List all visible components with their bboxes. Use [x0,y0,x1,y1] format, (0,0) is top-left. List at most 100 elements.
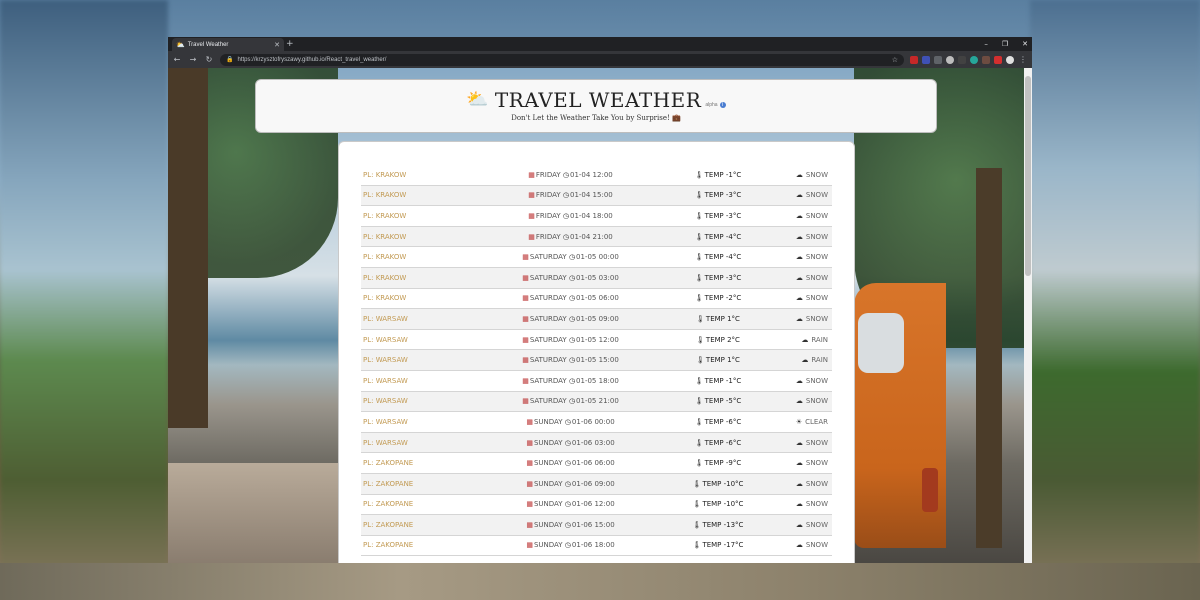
table-row: PL: KRAKOW ▦FRIDAY ◷01-04 21:00 🌡TEMP -4°C… [361,226,832,248]
datetime-cell: ▦SUNDAY ◷01-06 09:00 [488,480,653,488]
time-text: 01-05 21:00 [576,397,619,406]
city-cell: PL: WARSAW [363,314,408,323]
calendar-icon: ▦ [528,232,535,241]
subtitle-text: Don't Let the Weather Take You by Surpri… [511,114,670,122]
day-text: SUNDAY [533,479,563,488]
menu-kebab-icon[interactable]: ⋮ [1018,55,1028,64]
datetime-cell: ▦SUNDAY ◷01-06 15:00 [488,521,653,529]
day-text: FRIDAY [535,170,561,179]
temperature-cell: 🌡TEMP -13°C [653,521,783,529]
scrollbar[interactable] [1024,68,1032,563]
thermometer-icon: 🌡 [692,500,702,509]
clock-icon: ◷ [564,500,571,509]
datetime-cell: ▦SATURDAY ◷01-05 18:00 [488,377,653,385]
weather-cell: ☁ SNOW [783,521,832,529]
temperature-cell: 🌡TEMP -4°C [653,233,783,241]
profile-avatar[interactable] [1006,55,1014,64]
table-row: PL: WARSAW ▦SATURDAY ◷01-05 15:00 🌡TEMP 1°… [361,350,832,371]
weather-text: RAIN [811,335,828,344]
weather-text: SNOW [805,438,828,447]
back-arrow-icon[interactable]: ← [172,55,182,64]
day-text: SATURDAY [529,253,567,262]
time-text: 01-06 12:00 [571,500,615,509]
background-van [854,283,946,548]
window-close-icon[interactable]: ✕ [1022,38,1028,50]
clock-icon: ◷ [564,438,571,447]
day-text: SATURDAY [529,273,567,282]
van-window [858,313,904,373]
time-text: 01-04 15:00 [569,191,613,200]
weather-text: SNOW [805,459,828,468]
day-text: SUNDAY [533,438,563,447]
city-cell: PL: KRAKOW [363,191,407,200]
temperature-cell: 🌡TEMP -9°C [653,459,783,467]
calendar-icon: ▦ [522,314,529,323]
temp-text: TEMP -10°C [702,479,744,488]
thermometer-icon: 🌡 [694,294,704,303]
cloud-icon: ☁ [795,211,803,220]
clock-icon: ◷ [568,335,576,344]
cloud-icon: ☁ [795,376,803,385]
forward-arrow-icon[interactable]: → [188,55,198,64]
table-row: PL: WARSAW ▦SATURDAY ◷01-05 21:00 🌡TEMP -5… [361,391,832,413]
weather-cell: ☁ SNOW [783,294,832,302]
datetime-cell: ▦SUNDAY ◷01-06 03:00 [488,439,653,447]
calendar-icon: ▦ [522,335,529,344]
day-text: SUNDAY [533,459,563,468]
datetime-cell: ▦FRIDAY ◷01-04 12:00 [488,171,653,179]
new-tab-button[interactable]: + [286,38,294,50]
weather-text: SNOW [805,170,828,179]
close-icon[interactable]: ✕ [274,41,280,49]
weather-cell: ☁ SNOW [783,541,832,549]
clock-icon: ◷ [564,417,571,426]
table-row: PL: KRAKOW ▦FRIDAY ◷01-04 15:00 🌡TEMP -3°C… [361,185,832,207]
extension-icon[interactable] [958,55,966,64]
weather-text: CLEAR [805,417,828,426]
page-title: TRAVEL WEATHER [494,88,702,112]
extension-icon[interactable] [946,55,954,64]
bookmark-star-icon[interactable]: ☆ [892,56,898,64]
time-text: 01-06 09:00 [571,479,615,488]
clock-icon: ◷ [568,356,576,365]
calendar-icon: ▦ [528,170,535,179]
weather-text: SNOW [805,314,828,323]
extension-icon[interactable] [982,55,990,64]
extension-icon[interactable] [934,55,942,64]
address-bar[interactable]: 🔒 https://krzysztofryszawy.github.io/Rea… [220,53,904,66]
extension-icon[interactable] [970,55,978,64]
time-text: 01-06 00:00 [571,417,615,426]
clock-icon: ◷ [568,294,576,303]
city-cell: PL: WARSAW [363,397,408,406]
extension-icon[interactable] [910,55,918,64]
browser-tab[interactable]: ⛅ Travel Weather ✕ [172,38,284,51]
cloud-icon: ☁ [795,459,803,468]
extension-icon[interactable] [994,55,1002,64]
weather-cell: ☁ SNOW [783,439,832,447]
table-row: PL: KRAKOW ▦FRIDAY ◷01-04 12:00 🌡TEMP -1°C… [361,165,832,186]
restore-icon[interactable]: ❐ [1002,38,1008,50]
calendar-icon: ▦ [528,191,535,200]
city-cell: PL: ZAKOPANE [363,479,414,488]
weather-cell: ☁ SNOW [783,377,832,385]
scrollbar-thumb[interactable] [1025,76,1031,276]
table-row: PL: ZAKOPANE ▦SUNDAY ◷01-06 15:00 🌡TEMP -1… [361,515,832,536]
datetime-cell: ▦FRIDAY ◷01-04 18:00 [488,212,653,220]
extension-icon[interactable] [922,55,930,64]
table-row: PL: WARSAW ▦SATURDAY ◷01-05 18:00 🌡TEMP -1… [361,371,832,392]
cloud-icon: ☁ [795,520,803,529]
minimize-icon[interactable]: – [984,38,988,50]
day-text: SUNDAY [533,417,563,426]
weather-text: SNOW [805,520,828,529]
tab-title: Travel Weather [187,41,229,48]
weather-cell: ☁ SNOW [783,171,832,179]
temp-text: TEMP -9°C [704,459,742,468]
temp-text: TEMP -4°C [704,253,742,262]
city-cell: PL: ZAKOPANE [363,520,414,529]
weather-cell: ☁ SNOW [783,500,832,508]
city-cell: PL: WARSAW [363,335,408,344]
city-cell: PL: KRAKOW [363,170,407,179]
temperature-cell: 🌡TEMP -5°C [653,397,783,405]
reload-icon[interactable]: ↻ [204,55,214,64]
temperature-cell: 🌡TEMP -6°C [653,439,783,447]
calendar-icon: ▦ [522,376,529,385]
